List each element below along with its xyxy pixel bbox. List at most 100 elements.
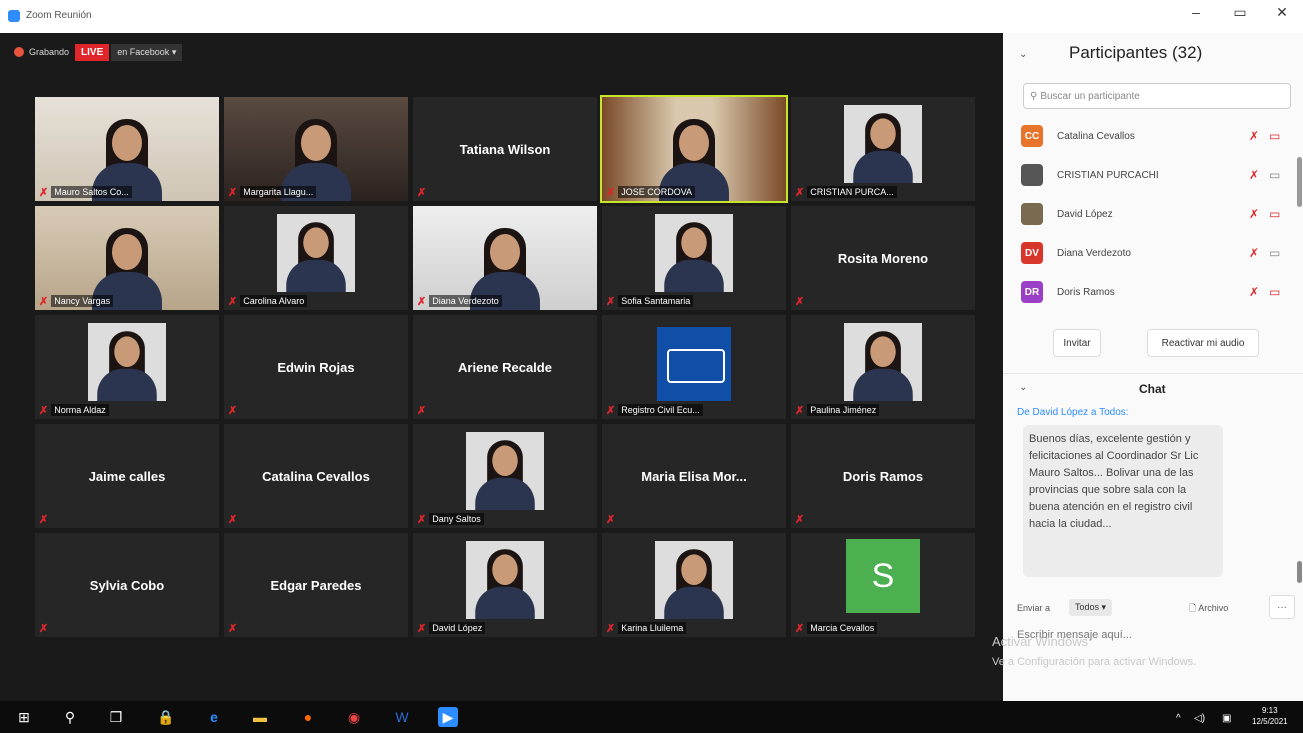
chat-collapse-chevron-icon[interactable]: ⌄ bbox=[1019, 382, 1027, 393]
video-tile[interactable]: S ✗ Marcia Cevallos bbox=[791, 533, 975, 637]
tile-footer: ✗ CRISTIAN PURCA... bbox=[795, 185, 897, 199]
edge-browser-icon[interactable]: e bbox=[204, 707, 224, 727]
video-tile[interactable]: Edgar Paredes ✗ bbox=[224, 533, 408, 637]
participant-name-label: Nancy Vargas bbox=[51, 295, 114, 307]
video-tile[interactable]: ✗ Carolina Alvaro bbox=[224, 206, 408, 310]
chat-more-button[interactable]: ··· bbox=[1269, 595, 1295, 619]
search-icon[interactable]: ⚲ bbox=[60, 707, 80, 727]
chrome-icon[interactable]: ◉ bbox=[344, 707, 364, 727]
participant-row[interactable]: CRISTIAN PURCACHI ✗ ▭ bbox=[1003, 158, 1303, 197]
maximize-button[interactable]: ▭ bbox=[1228, 4, 1252, 21]
video-tile[interactable]: Sylvia Cobo ✗ bbox=[35, 533, 219, 637]
close-button[interactable]: ✕ bbox=[1270, 4, 1294, 21]
window-title: Zoom Reunión bbox=[26, 10, 92, 21]
muted-mic-icon[interactable]: ✗ bbox=[1249, 168, 1259, 182]
video-tile[interactable]: Edwin Rojas ✗ bbox=[224, 315, 408, 419]
camera-icon[interactable]: ▭ bbox=[1269, 207, 1280, 221]
network-icon[interactable]: ▣ bbox=[1222, 713, 1231, 724]
video-tile[interactable]: ✗ CRISTIAN PURCA... bbox=[791, 97, 975, 201]
muted-mic-icon: ✗ bbox=[417, 404, 427, 417]
video-tile[interactable]: ✗ Registro Civil Ecu... bbox=[602, 315, 786, 419]
volume-icon[interactable]: ◁) bbox=[1194, 713, 1205, 724]
participant-name: Diana Verdezoto bbox=[1057, 248, 1131, 259]
recording-indicator[interactable]: Grabando LIVE en Facebook ▾ bbox=[14, 42, 183, 62]
camera-icon[interactable]: ▭ bbox=[1269, 285, 1280, 299]
muted-mic-icon[interactable]: ✗ bbox=[1249, 246, 1259, 260]
invite-button[interactable]: Invitar bbox=[1053, 329, 1101, 357]
video-tile[interactable]: Rosita Moreno ✗ bbox=[791, 206, 975, 310]
participant-search-input[interactable]: ⚲ Buscar un participante bbox=[1023, 83, 1291, 109]
participant-list: CC Catalina Cevallos ✗ ▭ CRISTIAN PURCACHI ✗ ▭… bbox=[1003, 119, 1303, 314]
participant-name-label: Diana Verdezoto bbox=[429, 295, 502, 307]
video-tile[interactable]: ✗ Nancy Vargas bbox=[35, 206, 219, 310]
participant-row[interactable]: David López ✗ ▭ bbox=[1003, 197, 1303, 236]
video-tile[interactable]: Jaime calles ✗ bbox=[35, 424, 219, 528]
file-button[interactable]: 🗋 Archivo bbox=[1189, 601, 1228, 617]
taskbar-clock[interactable]: 9:13 12/5/2021 bbox=[1252, 705, 1288, 727]
start-windows-icon[interactable]: ⊞ bbox=[14, 707, 34, 727]
participant-video bbox=[844, 323, 922, 401]
recipient-dropdown[interactable]: Todos ▾ bbox=[1069, 599, 1113, 616]
unmute-me-button[interactable]: Reactivar mi audio bbox=[1147, 329, 1259, 357]
participant-figure bbox=[475, 437, 535, 510]
video-tile[interactable]: Catalina Cevallos ✗ bbox=[224, 424, 408, 528]
muted-mic-icon: ✗ bbox=[228, 404, 238, 417]
muted-mic-icon: ✗ bbox=[606, 186, 616, 199]
video-tile[interactable]: ✗ Sofia Santamaria bbox=[602, 206, 786, 310]
video-tile[interactable]: Maria Elisa Mor... ✗ bbox=[602, 424, 786, 528]
participant-figure bbox=[664, 546, 724, 619]
zoom-taskbar-icon[interactable]: ▶ bbox=[438, 707, 458, 727]
chat-scrollbar[interactable] bbox=[1297, 561, 1302, 583]
muted-mic-icon: ✗ bbox=[228, 622, 238, 635]
participant-avatar bbox=[1021, 203, 1043, 225]
video-tile[interactable]: ✗ Mauro Saltos Co... bbox=[35, 97, 219, 201]
registro-civil-logo bbox=[657, 327, 731, 401]
participant-name-large: Sylvia Cobo bbox=[89, 577, 165, 593]
muted-mic-icon[interactable]: ✗ bbox=[1249, 285, 1259, 299]
muted-mic-icon: ✗ bbox=[228, 513, 238, 526]
tray-chevron-icon[interactable]: ^ bbox=[1176, 713, 1181, 724]
video-tile[interactable]: ✗ Paulina Jiménez bbox=[791, 315, 975, 419]
record-icon bbox=[14, 47, 24, 57]
video-tile[interactable]: ✗ Margarita Llagu... bbox=[224, 97, 408, 201]
participant-row[interactable]: CC Catalina Cevallos ✗ ▭ bbox=[1003, 119, 1303, 158]
video-tile[interactable]: Tatiana Wilson ✗ bbox=[413, 97, 597, 201]
task-view-icon[interactable]: ❒ bbox=[106, 707, 126, 727]
camera-icon[interactable]: ▭ bbox=[1269, 168, 1280, 182]
video-tile[interactable]: ✗ Dany Saltos bbox=[413, 424, 597, 528]
chat-header: ⌄ Chat bbox=[1003, 373, 1303, 402]
muted-mic-icon[interactable]: ✗ bbox=[1249, 129, 1259, 143]
video-tile[interactable]: Ariene Recalde ✗ bbox=[413, 315, 597, 419]
firefox-icon[interactable]: ● bbox=[298, 707, 318, 727]
participant-name-label: Dany Saltos bbox=[429, 513, 484, 525]
participant-row[interactable]: DR Doris Ramos ✗ ▭ bbox=[1003, 275, 1303, 314]
muted-mic-icon: ✗ bbox=[795, 186, 805, 199]
camera-icon[interactable]: ▭ bbox=[1269, 129, 1280, 143]
video-tile[interactable]: ✗ Karina Lluilema bbox=[602, 533, 786, 637]
minimize-button[interactable]: – bbox=[1184, 4, 1208, 20]
participant-list-scrollbar[interactable] bbox=[1297, 157, 1302, 207]
participant-name-large: Edgar Paredes bbox=[270, 577, 362, 593]
tile-footer: ✗ bbox=[39, 512, 51, 526]
participant-name-large: Doris Ramos bbox=[842, 468, 924, 484]
video-tile[interactable]: Doris Ramos ✗ bbox=[791, 424, 975, 528]
tile-footer: ✗ bbox=[795, 294, 807, 308]
participant-row[interactable]: DV Diana Verdezoto ✗ ▭ bbox=[1003, 236, 1303, 275]
participant-name: Doris Ramos bbox=[1057, 287, 1115, 298]
collapse-chevron-icon[interactable]: ⌄ bbox=[1019, 49, 1027, 60]
participant-name-large: Jaime calles bbox=[88, 468, 166, 484]
video-tile[interactable]: ✗ JOSE CORDOVA bbox=[600, 95, 788, 203]
word-icon[interactable]: W bbox=[392, 707, 412, 727]
file-explorer-icon[interactable]: ▬ bbox=[250, 707, 270, 727]
video-tile[interactable]: ✗ Norma Aldaz bbox=[35, 315, 219, 419]
participants-header: ⌄ Participantes (32) bbox=[1003, 33, 1303, 75]
tile-footer: ✗ Norma Aldaz bbox=[39, 403, 109, 417]
live-platform-dropdown[interactable]: en Facebook ▾ bbox=[111, 43, 183, 61]
participant-name-large: Ariene Recalde bbox=[458, 359, 552, 375]
file-icon: 🗋 bbox=[1189, 603, 1197, 613]
video-tile[interactable]: ✗ David López bbox=[413, 533, 597, 637]
video-tile[interactable]: ✗ Diana Verdezoto bbox=[413, 206, 597, 310]
muted-mic-icon[interactable]: ✗ bbox=[1249, 207, 1259, 221]
camera-icon[interactable]: ▭ bbox=[1269, 246, 1280, 260]
security-app-icon[interactable]: 🔒 bbox=[156, 707, 176, 727]
